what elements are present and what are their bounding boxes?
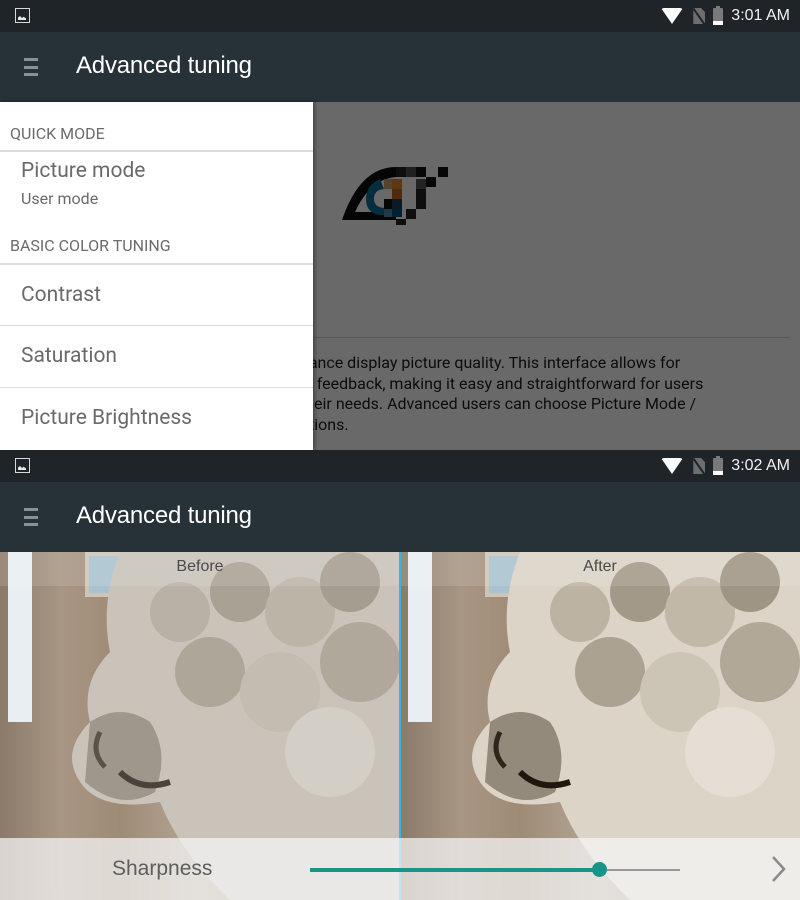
app-title: Advanced tuning xyxy=(76,502,252,529)
screen-drawer-open: 3:01 AM Advanced tuning QUICK MODE Pictu… xyxy=(0,0,800,450)
drawer-item-picture-mode[interactable]: Picture mode User mode xyxy=(0,152,313,232)
drawer-item-title: Picture Brightness xyxy=(21,406,193,430)
gallery-notification-icon xyxy=(15,458,30,473)
drawer-item-title: Contrast xyxy=(21,283,101,307)
menu-icon[interactable] xyxy=(24,508,38,526)
drawer-item-title: Saturation xyxy=(21,344,118,368)
battery-icon xyxy=(713,455,724,475)
no-sim-icon xyxy=(693,458,706,474)
wifi-icon xyxy=(661,8,684,24)
wifi-icon xyxy=(661,458,684,474)
app-bar: Advanced tuning xyxy=(0,32,800,102)
battery-icon xyxy=(713,5,724,25)
before-label: Before xyxy=(176,558,224,575)
no-sim-icon xyxy=(693,8,706,24)
drawer-item-contrast[interactable]: Contrast xyxy=(0,265,313,325)
clock: 3:01 AM xyxy=(731,7,790,24)
status-bar: 3:02 AM xyxy=(0,450,800,482)
sharpness-label: Sharpness xyxy=(112,857,213,880)
after-label: After xyxy=(583,558,617,575)
drawer-item-picture-brightness[interactable]: Picture Brightness xyxy=(0,388,313,450)
screen-sharpness-preview: 3:02 AM Advanced tuning Before After Sha… xyxy=(0,450,800,900)
sharpness-slider[interactable] xyxy=(310,860,680,880)
drawer-item-title: Picture mode xyxy=(21,159,146,183)
menu-icon[interactable] xyxy=(24,58,38,76)
navigation-drawer: QUICK MODE Picture mode User mode BASIC … xyxy=(0,102,313,450)
chevron-right-icon[interactable] xyxy=(770,854,788,884)
gallery-notification-icon xyxy=(15,8,30,23)
drawer-item-subtitle: User mode xyxy=(21,189,99,208)
app-bar: Advanced tuning xyxy=(0,482,800,552)
before-after-preview: Before After Sharpness xyxy=(0,552,800,900)
slider-fill xyxy=(310,868,599,872)
main-content: hance display picture quality. This inte… xyxy=(0,102,800,450)
slider-thumb[interactable] xyxy=(591,862,607,877)
status-bar: 3:01 AM xyxy=(0,0,800,32)
clock: 3:02 AM xyxy=(731,457,790,474)
drawer-item-saturation[interactable]: Saturation xyxy=(0,326,313,387)
section-header-quick-mode: QUICK MODE xyxy=(10,124,105,143)
adjustment-bar: Sharpness xyxy=(0,838,800,900)
section-header-basic-color-tuning: BASIC COLOR TUNING xyxy=(10,236,171,255)
app-title: Advanced tuning xyxy=(76,52,252,79)
